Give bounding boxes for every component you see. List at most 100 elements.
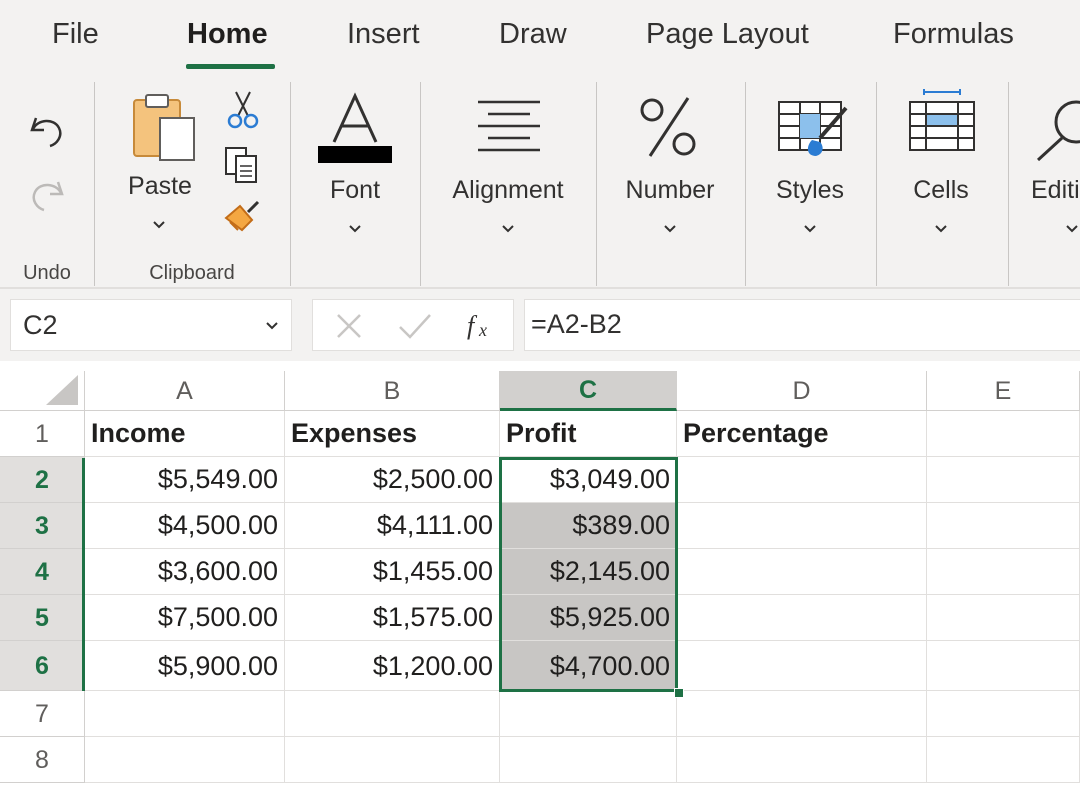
row-header-1[interactable]: 1 — [0, 411, 85, 457]
cell-e2[interactable] — [927, 457, 1080, 503]
column-header-e[interactable]: E — [927, 371, 1080, 411]
chevron-down-icon[interactable] — [934, 224, 948, 234]
row-header-3[interactable]: 3 — [0, 503, 85, 549]
cell-d4[interactable] — [677, 549, 927, 595]
cell-b1[interactable]: Expenses — [285, 411, 500, 457]
cell-b8[interactable] — [285, 737, 500, 783]
cell-e7[interactable] — [927, 691, 1080, 737]
row-header-2[interactable]: 2 — [0, 457, 85, 503]
enter-check-icon[interactable] — [397, 312, 433, 340]
cell-c2[interactable]: $3,049.00 — [500, 457, 677, 503]
fill-handle[interactable] — [674, 688, 684, 698]
tab-file[interactable]: File — [52, 18, 99, 51]
cell-b7[interactable] — [285, 691, 500, 737]
chevron-down-icon[interactable] — [803, 224, 817, 234]
row-header-7[interactable]: 7 — [0, 691, 85, 737]
chevron-down-icon[interactable] — [348, 224, 362, 234]
select-all-triangle-icon — [46, 375, 78, 405]
column-header-d[interactable]: D — [677, 371, 927, 411]
row-header-8[interactable]: 8 — [0, 737, 85, 783]
editing-button[interactable] — [1034, 96, 1080, 166]
chevron-down-icon[interactable] — [1065, 224, 1079, 234]
cell-c1[interactable]: Profit — [500, 411, 677, 457]
cell-b2[interactable]: $2,500.00 — [285, 457, 500, 503]
row-header-4[interactable]: 4 — [0, 549, 85, 595]
cell-a6[interactable]: $5,900.00 — [85, 641, 285, 691]
cell-e3[interactable] — [927, 503, 1080, 549]
editing-label: Editi — [1031, 176, 1080, 204]
cell-b6[interactable]: $1,200.00 — [285, 641, 500, 691]
cell-a2[interactable]: $5,549.00 — [85, 457, 285, 503]
cells-button[interactable] — [908, 88, 976, 154]
tab-formulas[interactable]: Formulas — [893, 18, 1014, 51]
cell-b4[interactable]: $1,455.00 — [285, 549, 500, 595]
cell-c3[interactable]: $389.00 — [500, 503, 677, 549]
cell-styles-icon — [778, 101, 848, 156]
tab-home[interactable]: Home — [187, 18, 268, 51]
formula-text: =A2-B2 — [531, 309, 622, 339]
copy-button[interactable] — [222, 144, 262, 184]
ribbon-separator — [290, 82, 291, 286]
tab-page-layout[interactable]: Page Layout — [646, 18, 809, 51]
ribbon-separator — [876, 82, 877, 286]
cell-e8[interactable] — [927, 737, 1080, 783]
select-all-button[interactable] — [0, 371, 85, 411]
chevron-down-icon[interactable] — [152, 220, 166, 230]
format-painter-button[interactable] — [222, 198, 264, 238]
group-label-clipboard: Clipboard — [149, 262, 235, 284]
cell-b5[interactable]: $1,575.00 — [285, 595, 500, 641]
cell-d6[interactable] — [677, 641, 927, 691]
insert-function-icon[interactable]: f x — [465, 310, 497, 342]
cell-d1[interactable]: Percentage — [677, 411, 927, 457]
cell-a8[interactable] — [85, 737, 285, 783]
cell-a4[interactable]: $3,600.00 — [85, 549, 285, 595]
column-header-b[interactable]: B — [285, 371, 500, 411]
cells-icon — [909, 89, 975, 151]
name-box-value: C2 — [23, 310, 58, 340]
formula-input[interactable]: =A2-B2 — [524, 299, 1080, 351]
redo-button[interactable] — [26, 174, 68, 216]
row-header-6[interactable]: 6 — [0, 641, 85, 691]
cell-c4[interactable]: $2,145.00 — [500, 549, 677, 595]
cell-d7[interactable] — [677, 691, 927, 737]
cell-e1[interactable] — [927, 411, 1080, 457]
cell-d5[interactable] — [677, 595, 927, 641]
tab-draw[interactable]: Draw — [499, 18, 567, 51]
paste-button[interactable] — [124, 90, 198, 164]
cell-e4[interactable] — [927, 549, 1080, 595]
cell-c5[interactable]: $5,925.00 — [500, 595, 677, 641]
chevron-down-icon[interactable] — [501, 224, 515, 234]
cell-a7[interactable] — [85, 691, 285, 737]
cell-d3[interactable] — [677, 503, 927, 549]
active-tab-indicator — [186, 64, 275, 69]
cell-e6[interactable] — [927, 641, 1080, 691]
cell-c7[interactable] — [500, 691, 677, 737]
row-header-5[interactable]: 5 — [0, 595, 85, 641]
ribbon: Undo Paste Clipboard Font Alignment Numb… — [0, 74, 1080, 288]
cell-b3[interactable]: $4,111.00 — [285, 503, 500, 549]
cut-button[interactable] — [226, 90, 260, 130]
alignment-button[interactable] — [474, 98, 544, 154]
cell-d8[interactable] — [677, 737, 927, 783]
cell-c6[interactable]: $4,700.00 — [500, 641, 677, 691]
cell-a1[interactable]: Income — [85, 411, 285, 457]
cell-e5[interactable] — [927, 595, 1080, 641]
cell-a5[interactable]: $7,500.00 — [85, 595, 285, 641]
column-header-a[interactable]: A — [85, 371, 285, 411]
cell-d2[interactable] — [677, 457, 927, 503]
cancel-icon[interactable] — [335, 312, 363, 340]
group-label-undo: Undo — [23, 262, 71, 284]
undo-button[interactable] — [26, 110, 68, 152]
column-header-c[interactable]: C — [500, 371, 677, 411]
copy-icon — [225, 147, 257, 183]
chevron-down-icon[interactable] — [663, 224, 677, 234]
name-box[interactable]: C2 — [10, 299, 292, 351]
styles-button[interactable] — [776, 98, 850, 164]
number-format-button[interactable] — [636, 94, 702, 160]
cell-a3[interactable]: $4,500.00 — [85, 503, 285, 549]
tab-insert[interactable]: Insert — [347, 18, 420, 51]
cell-c8[interactable] — [500, 737, 677, 783]
font-button[interactable] — [316, 92, 394, 164]
number-label: Number — [625, 176, 715, 204]
chevron-down-icon[interactable] — [265, 321, 279, 331]
